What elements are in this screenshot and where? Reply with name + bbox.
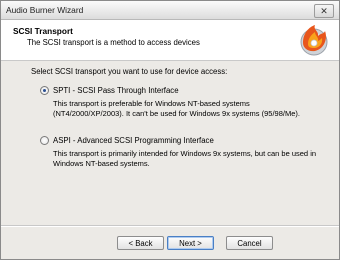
option-description-aspi: This transport is primarily intended for… [53, 149, 328, 169]
page-subtitle: The SCSI transport is a method to access… [27, 38, 200, 47]
button-separator [1, 225, 339, 227]
description-line: Windows NT-based systems. [53, 159, 150, 168]
radio-button-spti[interactable] [40, 86, 49, 95]
window-title: Audio Burner Wizard [6, 5, 84, 15]
back-button[interactable]: < Back [117, 236, 164, 250]
cancel-button[interactable]: Cancel [226, 236, 273, 250]
description-line: (NT4/2000/XP/2003). It can't be used for… [53, 109, 300, 118]
option-label-aspi[interactable]: ASPI - Advanced SCSI Programming Interfa… [53, 136, 214, 145]
flame-disc-icon [300, 25, 328, 56]
option-description-spti: This transport is preferable for Windows… [53, 99, 328, 119]
instruction-text: Select SCSI transport you want to use fo… [31, 67, 228, 76]
option-label-spti[interactable]: SPTI - SCSI Pass Through Interface [53, 86, 179, 95]
close-button[interactable]: ✕ [314, 4, 334, 18]
description-line: This transport is primarily intended for… [53, 149, 317, 158]
title-bar[interactable]: Audio Burner Wizard ✕ [1, 1, 339, 20]
radio-button-aspi[interactable] [40, 136, 49, 145]
wizard-window: Audio Burner Wizard ✕ SCSI Transport The… [0, 0, 340, 260]
next-button[interactable]: Next > [167, 236, 214, 250]
description-line: This transport is preferable for Windows… [53, 99, 250, 108]
wizard-header: SCSI Transport The SCSI transport is a m… [1, 20, 339, 61]
page-title: SCSI Transport [13, 26, 73, 36]
